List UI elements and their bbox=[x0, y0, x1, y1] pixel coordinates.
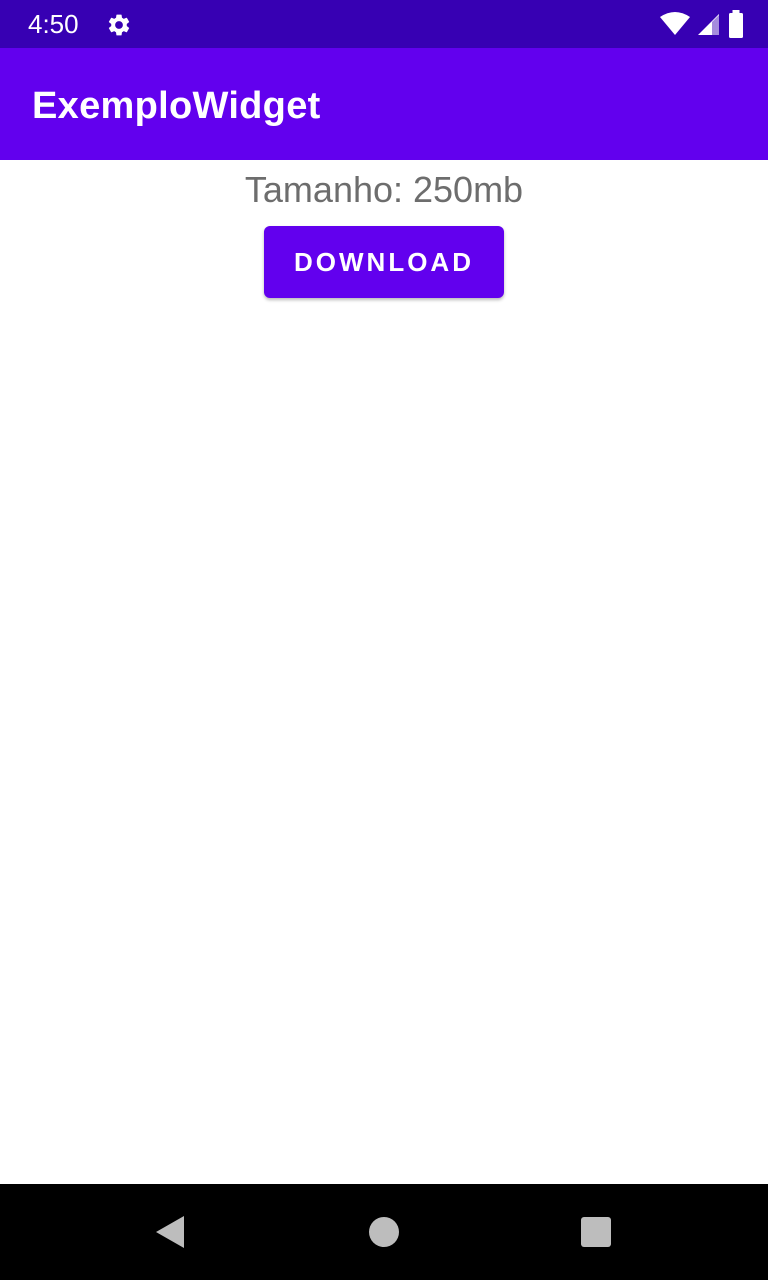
download-button[interactable]: DOWNLOAD bbox=[264, 226, 504, 298]
size-label: Tamanho: 250mb bbox=[244, 169, 524, 210]
home-icon[interactable] bbox=[369, 1217, 399, 1247]
battery-icon bbox=[729, 10, 743, 38]
main-content: Tamanho: 250mb DOWNLOAD bbox=[0, 160, 768, 1184]
status-bar: 4:50 bbox=[0, 0, 768, 48]
cell-signal-icon bbox=[698, 14, 719, 35]
app-bar: ExemploWidget bbox=[0, 48, 768, 160]
back-icon[interactable] bbox=[154, 1214, 186, 1250]
wifi-icon bbox=[660, 12, 690, 35]
recents-icon[interactable] bbox=[581, 1217, 611, 1247]
status-time: 4:50 bbox=[28, 9, 79, 39]
status-icons bbox=[660, 10, 744, 38]
gear-icon bbox=[108, 14, 130, 36]
navigation-bar bbox=[0, 1184, 768, 1280]
app-title: ExemploWidget bbox=[32, 85, 321, 127]
